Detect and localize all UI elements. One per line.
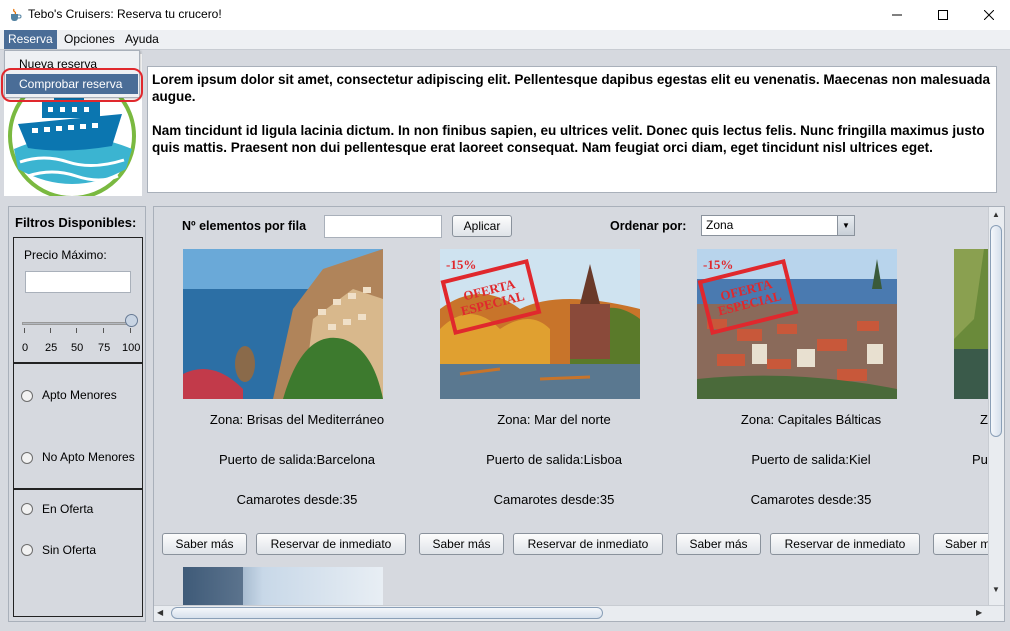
cruise-photo-row2 [183, 567, 383, 607]
menu-reserva[interactable]: Reserva [4, 30, 57, 49]
menu-opciones[interactable]: Opciones [60, 30, 119, 49]
slider-tick [103, 328, 104, 333]
price-slider-track[interactable] [22, 322, 134, 325]
cruise-photo-capitales-balticas: -15% OFERTA ESPECIAL [697, 249, 897, 399]
price-max-label: Precio Máximo: [24, 248, 107, 262]
card-camarotes: Camarotes desde:35 [493, 492, 615, 507]
sort-select[interactable]: Zona ▼ [701, 215, 855, 236]
discount-badge: -15% [446, 257, 477, 272]
card-puerto: Puerto de salida:Barcelona [218, 452, 376, 467]
card-zona: Zona: Brisas del Mediterráneo [209, 412, 385, 427]
radio-apto-menores[interactable] [21, 390, 33, 402]
card-zona: Zona: Mar del norte [497, 412, 611, 427]
cruise-photo-mediterranean [183, 249, 383, 399]
menu-item-comprobar-reserva[interactable]: Comprobar reserva [6, 74, 138, 94]
card-reservar-button[interactable]: Reservar de inmediato [256, 533, 406, 555]
slider-tick [50, 328, 51, 333]
card-saber-mas-button[interactable]: Saber más [419, 533, 504, 555]
offer-filter-box: En Oferta Sin Oferta [13, 489, 143, 617]
price-max-input[interactable] [25, 271, 131, 293]
java-cup-icon [11, 8, 22, 21]
card-puerto: Puerto de salida:Lisboa [486, 452, 622, 467]
scroll-left-icon[interactable]: ◀ [157, 608, 163, 617]
sort-label: Ordenar por: [610, 219, 687, 233]
slider-tick-label: 50 [71, 342, 84, 354]
slider-tick [76, 328, 77, 333]
cruise-card: -15% OFERTA ESPECIAL Zona: Mar del norte… [440, 249, 668, 564]
cruise-card: -15% OFERTA ESPECIAL Zona: Capitales Bál… [697, 249, 925, 564]
description-text-area: Lorem ipsum dolor sit amet, consectetur … [147, 66, 997, 193]
per-row-label: Nº elementos por fila [182, 219, 307, 233]
title-bar: Tebo's Cruisers: Reserva tu crucero! [0, 0, 1010, 30]
radio-en-oferta[interactable] [21, 503, 33, 515]
radio-label-en-oferta[interactable]: En Oferta [42, 502, 93, 516]
close-button[interactable] [966, 0, 1010, 30]
price-slider-thumb[interactable] [125, 314, 138, 327]
vertical-scrollbar[interactable]: ▲ ▼ [988, 207, 1004, 607]
card-puerto: Puerto de salida:Kiel [751, 452, 871, 467]
chevron-down-icon[interactable]: ▼ [837, 216, 854, 235]
minimize-button[interactable] [874, 0, 920, 30]
menu-ayuda[interactable]: Ayuda [121, 30, 163, 49]
radio-label-no-apto-menores[interactable]: No Apto Menores [42, 450, 135, 464]
maximize-button[interactable] [920, 0, 966, 30]
horizontal-scroll-thumb[interactable] [171, 607, 603, 619]
card-reservar-button[interactable]: Reservar de inmediato [770, 533, 920, 555]
reserva-dropdown-menu: Nueva reserva Comprobar reserva [4, 50, 140, 98]
card-saber-mas-button[interactable]: Saber más [162, 533, 247, 555]
cruise-photo-mar-del-norte: -15% OFERTA ESPECIAL [440, 249, 640, 399]
card-saber-mas-button[interactable]: Saber más [676, 533, 761, 555]
radio-no-apto-menores[interactable] [21, 452, 33, 464]
minimize-icon [892, 14, 902, 16]
discount-badge: -15% [703, 257, 734, 272]
apply-button[interactable]: Aplicar [452, 215, 512, 237]
radio-label-sin-oferta[interactable]: Sin Oferta [42, 543, 96, 557]
per-row-input[interactable] [324, 215, 442, 238]
scroll-right-icon[interactable]: ▶ [976, 608, 982, 617]
cruise-results-panel: Nº elementos por fila Aplicar Ordenar po… [153, 206, 1005, 622]
slider-tick [130, 328, 131, 333]
minors-filter-box: Apto Menores No Apto Menores [13, 363, 143, 489]
vertical-scroll-thumb[interactable] [990, 225, 1002, 437]
radio-label-apto-menores[interactable]: Apto Menores [42, 388, 117, 402]
description-paragraph-1: Lorem ipsum dolor sit amet, consectetur … [152, 72, 991, 104]
horizontal-scrollbar[interactable]: ◀ ▶ [154, 605, 1004, 621]
slider-tick-label: 25 [45, 342, 58, 354]
slider-tick-label: 100 [122, 342, 141, 354]
maximize-icon [938, 10, 948, 20]
filters-title: Filtros Disponibles: [15, 215, 137, 230]
card-camarotes: Camarotes desde:35 [750, 492, 872, 507]
slider-tick [24, 328, 25, 333]
radio-sin-oferta[interactable] [21, 544, 33, 556]
cruise-card: Zona: Brisas del Mediterráneo Puerto de … [183, 249, 411, 564]
card-zona: Zona: Capitales Bálticas [740, 412, 882, 427]
window-title: Tebo's Cruisers: Reserva tu crucero! [28, 7, 222, 21]
slider-tick-label: 75 [98, 342, 111, 354]
card-reservar-button[interactable]: Reservar de inmediato [513, 533, 663, 555]
menu-item-nueva-reserva[interactable]: Nueva reserva [6, 54, 138, 74]
sort-select-value: Zona [706, 218, 734, 232]
menu-bar: Reserva Opciones Ayuda [0, 30, 1010, 50]
close-icon [984, 10, 994, 20]
filters-panel: Filtros Disponibles: Precio Máximo: 0 25… [8, 206, 146, 622]
card-camarotes: Camarotes desde:35 [236, 492, 358, 507]
slider-tick-label: 0 [22, 342, 29, 354]
scroll-up-icon[interactable]: ▲ [992, 210, 1000, 219]
description-paragraph-2: Nam tincidunt id ligula lacinia dictum. … [152, 123, 985, 155]
scroll-down-icon[interactable]: ▼ [992, 585, 1000, 594]
price-filter-box: Precio Máximo: 0 25 50 75 100 [13, 237, 143, 363]
